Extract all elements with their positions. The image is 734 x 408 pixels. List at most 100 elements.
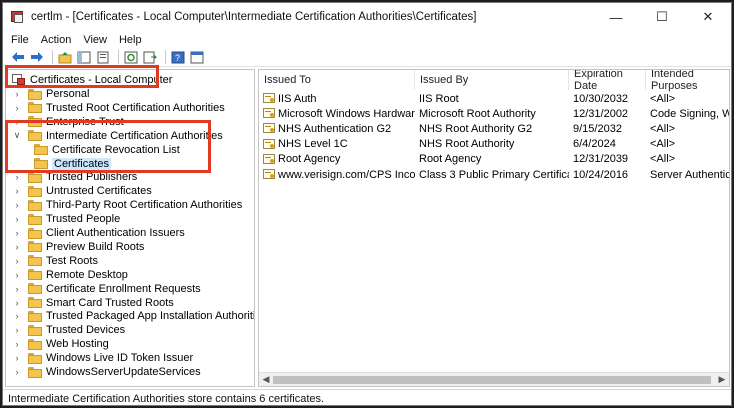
forward-arrow-icon[interactable] — [29, 49, 45, 65]
tree-item-certificate-revocation-list[interactable]: Certificate Revocation List — [34, 143, 180, 157]
cell-expiration-date-text: 12/31/2002 — [573, 107, 629, 120]
up-folder-icon[interactable] — [57, 49, 73, 65]
certificate-row[interactable]: NHS Authentication G2 NHS Root Authority … — [259, 121, 729, 136]
cell-intended-purposes-text: <All> — [650, 122, 676, 135]
certificate-list-pane[interactable]: Issued To ^ Issued By Expiration Date In… — [258, 69, 730, 387]
column-issued-by[interactable]: Issued By — [415, 70, 569, 90]
cell-expiration-date-text: 10/30/2032 — [573, 92, 629, 105]
scrollbar-thumb[interactable] — [273, 376, 711, 384]
tree-item-enterprise-trust[interactable]: › Enterprise Trust — [12, 115, 124, 129]
cell-issued-to: www.verisign.com/CPS Incorp.... — [263, 167, 415, 182]
cell-issued-by-text: Class 3 Public Primary Certificatio... — [419, 168, 569, 181]
scroll-right-arrow-icon[interactable]: ▶ — [715, 373, 729, 387]
tree-item-test-roots[interactable]: › Test Roots — [12, 254, 98, 268]
close-button[interactable]: ✕ — [685, 3, 731, 31]
column-issued-to-label: Issued To — [264, 74, 311, 86]
tree-item-certificate-enrollment-requests[interactable]: › Certificate Enrollment Requests — [12, 282, 201, 296]
chevron-right-icon[interactable]: › — [12, 323, 22, 337]
chevron-right-icon[interactable]: › — [12, 212, 22, 226]
tree-root[interactable]: Certificates - Local Computer — [6, 73, 172, 87]
menu-help[interactable]: Help — [113, 34, 148, 46]
cell-issued-by: NHS Root Authority G2 — [419, 121, 569, 136]
tree-item-web-hosting[interactable]: › Web Hosting — [12, 337, 109, 351]
folder-icon — [34, 144, 48, 156]
tree-item-certificates[interactable]: Certificates — [34, 157, 112, 171]
chevron-right-icon[interactable]: › — [12, 184, 22, 198]
export-list-icon[interactable] — [142, 49, 158, 65]
chevron-right-icon[interactable]: › — [12, 351, 22, 365]
column-intended-purposes[interactable]: Intended Purposes — [646, 70, 729, 92]
certlm-app-icon[interactable] — [11, 10, 25, 24]
cell-issued-to-text: Microsoft Windows Hardware ... — [278, 107, 415, 120]
tree-item-personal[interactable]: › Personal — [12, 87, 90, 101]
tree-item-label: Trusted Packaged App Installation Author… — [46, 310, 255, 323]
show-hide-tree-icon[interactable] — [76, 49, 92, 65]
tree-item-label: Personal — [46, 88, 90, 100]
column-issued-to[interactable]: Issued To ^ — [259, 70, 415, 90]
tree-item-windowsserverupdateservices[interactable]: › WindowsServerUpdateServices — [12, 365, 201, 379]
cell-intended-purposes-text: Code Signing, Win... — [650, 107, 729, 120]
window-title: certlm - [Certificates - Local Computer\… — [31, 11, 477, 23]
tree-item-client-authentication-issuers[interactable]: › Client Authentication Issuers — [12, 226, 185, 240]
tree-item-label: Third-Party Root Certification Authoriti… — [46, 199, 243, 212]
certificate-row[interactable]: NHS Level 1C NHS Root Authority 6/4/2024 <A… — [259, 137, 729, 152]
certificate-row[interactable]: Microsoft Windows Hardware ... Microsoft … — [259, 106, 729, 121]
certificate-row[interactable]: Root Agency Root Agency 12/31/2039 <All> — [259, 152, 729, 167]
title-bar[interactable]: certlm - [Certificates - Local Computer\… — [3, 3, 731, 31]
tree-item-windows-live-id-token-issuer[interactable]: › Windows Live ID Token Issuer — [12, 351, 194, 365]
chevron-right-icon[interactable]: › — [12, 115, 22, 129]
chevron-right-icon[interactable]: › — [12, 337, 22, 351]
folder-icon — [28, 116, 42, 128]
tree-item-trusted-publishers[interactable]: › Trusted Publishers — [12, 170, 138, 184]
folder-icon — [28, 199, 42, 211]
scroll-left-arrow-icon[interactable]: ◀ — [259, 373, 273, 387]
refresh-icon[interactable] — [123, 49, 139, 65]
minimize-button[interactable]: — — [593, 3, 639, 31]
chevron-right-icon[interactable]: › — [12, 365, 22, 379]
tree-item-preview-build-roots[interactable]: › Preview Build Roots — [12, 240, 145, 254]
help-icon[interactable]: ? — [170, 49, 186, 65]
tree-pane[interactable]: Certificates - Local Computer › Personal ›… — [5, 69, 255, 387]
tree-item-untrusted-certificates[interactable]: › Untrusted Certificates — [12, 184, 152, 198]
chevron-right-icon[interactable]: › — [12, 254, 22, 268]
chevron-down-icon[interactable]: ∨ — [12, 129, 22, 143]
tree-item-trusted-root-certification-authorities[interactable]: › Trusted Root Certification Authorities — [12, 101, 225, 115]
tree-item-trusted-packaged-app-installation-authorities[interactable]: › Trusted Packaged App Installation Autho… — [12, 309, 255, 323]
chevron-right-icon[interactable]: › — [12, 198, 22, 212]
horizontal-scrollbar[interactable]: ◀ ▶ — [259, 372, 729, 386]
certificate-row[interactable]: IIS Auth IIS Root 10/30/2032 <All> — [259, 91, 729, 106]
tree-item-label: Certificates — [52, 157, 112, 170]
tree-item-trusted-devices[interactable]: › Trusted Devices — [12, 323, 126, 337]
folder-icon — [28, 130, 42, 142]
cell-expiration-date: 12/31/2039 — [573, 152, 647, 167]
certificate-icon — [263, 153, 276, 165]
chevron-right-icon[interactable]: › — [12, 282, 22, 296]
folder-icon — [28, 102, 42, 114]
chevron-right-icon[interactable]: › — [12, 240, 22, 254]
tree-item-remote-desktop[interactable]: › Remote Desktop — [12, 268, 128, 282]
tree-item-intermediate-certification-authorities[interactable]: ∨ Intermediate Certification Authorities — [12, 129, 223, 143]
back-arrow-icon[interactable] — [10, 49, 26, 65]
tree-item-label: Preview Build Roots — [46, 240, 145, 253]
maximize-button[interactable]: ☐ — [639, 3, 685, 31]
menu-view[interactable]: View — [77, 34, 113, 46]
menu-action[interactable]: Action — [35, 34, 78, 46]
tree-item-smart-card-trusted-roots[interactable]: › Smart Card Trusted Roots — [12, 296, 174, 310]
chevron-right-icon[interactable]: › — [12, 87, 22, 101]
menu-file[interactable]: File — [3, 34, 35, 46]
status-text: Intermediate Certification Authorities s… — [8, 392, 325, 405]
tree-item-trusted-people[interactable]: › Trusted People — [12, 212, 121, 226]
console-icon[interactable] — [189, 49, 205, 65]
chevron-right-icon[interactable]: › — [12, 101, 22, 115]
cell-issued-to-text: www.verisign.com/CPS Incorp.... — [278, 168, 415, 181]
cell-issued-by: Class 3 Public Primary Certificatio... — [419, 167, 569, 182]
chevron-right-icon[interactable]: › — [12, 170, 22, 184]
chevron-right-icon[interactable]: › — [12, 296, 22, 310]
certificate-row[interactable]: www.verisign.com/CPS Incorp.... Class 3 P… — [259, 167, 729, 182]
properties-icon[interactable] — [95, 49, 111, 65]
column-expiration-date[interactable]: Expiration Date — [569, 70, 646, 92]
tree-item-third-party-root-certification-authorities[interactable]: › Third-Party Root Certification Authorit… — [12, 198, 243, 212]
chevron-right-icon[interactable]: › — [12, 226, 22, 240]
chevron-right-icon[interactable]: › — [12, 309, 22, 323]
chevron-right-icon[interactable]: › — [12, 268, 22, 282]
